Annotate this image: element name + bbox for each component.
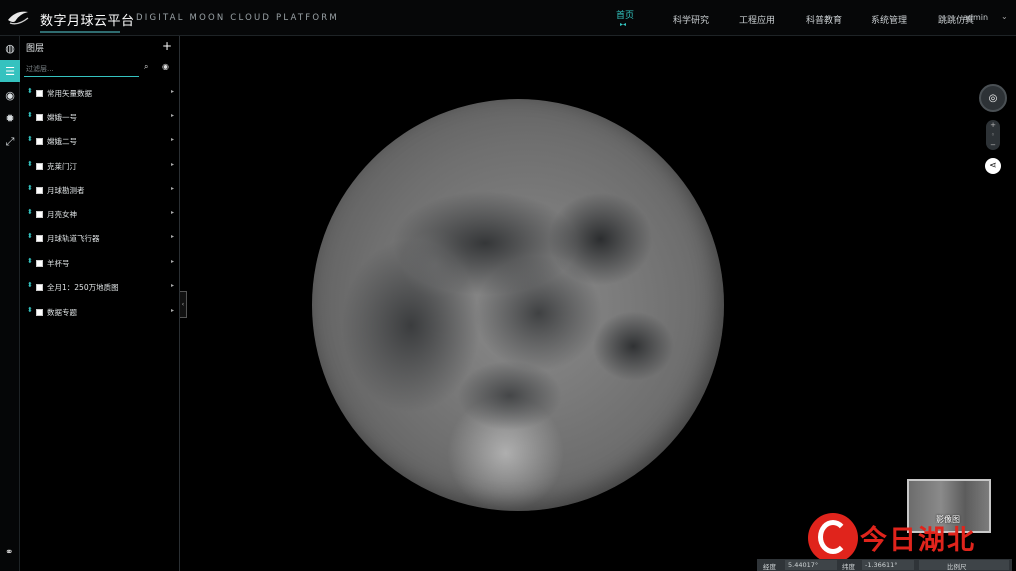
left-tool-rail: ◍ ☰ ◉ ✹ ⤢ xyxy=(0,36,20,571)
zoom-control: + ◦ − xyxy=(986,120,1000,150)
drag-handle-icon[interactable]: ⬍ xyxy=(27,258,33,265)
chevron-right-icon[interactable]: ▸ xyxy=(171,282,174,289)
layer-checkbox[interactable] xyxy=(36,90,43,97)
layer-name: 羊杯号 xyxy=(47,259,70,268)
eye-icon[interactable]: ◉ xyxy=(162,62,174,74)
add-layer-icon[interactable]: + xyxy=(162,39,172,53)
longitude-label: 经度 xyxy=(763,563,776,571)
layer-name: 常用矢量数据 xyxy=(47,89,92,98)
chevron-down-icon[interactable]: ⌄ xyxy=(1001,12,1008,21)
user-menu[interactable]: admin xyxy=(963,13,988,22)
drag-handle-icon[interactable]: ⬍ xyxy=(27,112,33,119)
watermark-text: 今日湖北 xyxy=(860,525,976,556)
chevron-right-icon[interactable]: ▸ xyxy=(171,307,174,314)
layer-name: 克莱门汀 xyxy=(47,162,77,171)
layer-checkbox[interactable] xyxy=(36,187,43,194)
layer-checkbox[interactable] xyxy=(36,163,43,170)
app-title: 数字月球云平台 xyxy=(40,14,135,29)
drag-handle-icon[interactable]: ⬍ xyxy=(27,307,33,314)
globe-icon[interactable]: ◍ xyxy=(0,37,20,59)
platform-logo-icon xyxy=(8,11,29,25)
chevron-right-icon[interactable]: ▸ xyxy=(171,209,174,216)
expand-icon[interactable]: ⤢ xyxy=(0,131,20,153)
layer-panel: 图层 + 过滤层... ⌕ ◉ ⬍ 常用矢量数据 ▸ ⬍ 嫦娥一号 ▸ ⬍ 嫦娥… xyxy=(20,36,180,571)
drag-handle-icon[interactable]: ⬍ xyxy=(27,282,33,289)
nav-system-admin[interactable]: 系统管理 xyxy=(871,13,907,26)
app-subtitle: DIGITAL MOON CLOUD PLATFORM xyxy=(136,13,339,23)
layer-item[interactable]: ⬍ 全月1：250万地质图 ▸ xyxy=(20,279,180,297)
status-bar: 经度 5.44017° 纬度 -1.36611° 比例尺 xyxy=(757,559,1012,571)
layer-checkbox[interactable] xyxy=(36,211,43,218)
scale-label: 比例尺 xyxy=(947,563,967,571)
layer-item[interactable]: ⬍ 常用矢量数据 ▸ xyxy=(20,85,180,103)
compass-icon[interactable]: ◎ xyxy=(979,84,1007,112)
layer-name: 嫦娥一号 xyxy=(47,113,77,122)
drag-handle-icon[interactable]: ⬍ xyxy=(27,185,33,192)
chevron-right-icon[interactable]: ▸ xyxy=(171,88,174,95)
title-underline xyxy=(40,31,120,33)
zoom-out-button[interactable]: − xyxy=(986,140,1000,150)
layer-name: 嫦娥二号 xyxy=(47,137,77,146)
layer-name: 月亮女神 xyxy=(47,210,77,219)
layer-item[interactable]: ⬍ 羊杯号 ▸ xyxy=(20,255,180,273)
layer-item[interactable]: ⬍ 嫦娥二号 ▸ xyxy=(20,133,180,151)
drag-handle-icon[interactable]: ⬍ xyxy=(27,233,33,240)
nav-home[interactable]: 首页 xyxy=(616,8,634,21)
search-icon[interactable]: ⌕ xyxy=(144,62,156,74)
nav-active-marker: ▸◂ xyxy=(620,21,627,28)
nav-education[interactable]: 科普教育 xyxy=(806,13,842,26)
panel-collapse-button[interactable]: ‹ xyxy=(180,291,187,318)
layer-checkbox[interactable] xyxy=(36,309,43,316)
chevron-right-icon[interactable]: ▸ xyxy=(171,161,174,168)
chevron-right-icon[interactable]: ▸ xyxy=(171,258,174,265)
moon-globe[interactable] xyxy=(312,99,724,511)
share-icon[interactable]: ⋖ xyxy=(985,158,1001,174)
longitude-value: 5.44017° xyxy=(788,561,819,569)
chevron-right-icon[interactable]: ▸ xyxy=(171,112,174,119)
zoom-reset-button[interactable]: ◦ xyxy=(986,130,1000,140)
layer-checkbox[interactable] xyxy=(36,284,43,291)
layer-name: 月球轨道飞行器 xyxy=(47,234,100,243)
layer-item[interactable]: ⬍ 月球轨道飞行器 ▸ xyxy=(20,230,180,248)
top-header: 数字月球云平台 DIGITAL MOON CLOUD PLATFORM 首页 ▸… xyxy=(0,0,1016,36)
layer-name: 全月1：250万地质图 xyxy=(47,283,119,292)
panel-title: 图层 xyxy=(26,44,45,54)
latitude-label: 纬度 xyxy=(842,563,855,571)
layer-filter-input[interactable]: 过滤层... xyxy=(24,59,139,77)
watermark-logo-mark xyxy=(818,520,848,554)
latitude-value: -1.36611° xyxy=(865,561,898,569)
layer-name: 月球勘测者 xyxy=(47,186,85,195)
chevron-right-icon[interactable]: ▸ xyxy=(171,233,174,240)
drag-handle-icon[interactable]: ⬍ xyxy=(27,209,33,216)
chevron-right-icon[interactable]: ▸ xyxy=(171,185,174,192)
layer-checkbox[interactable] xyxy=(36,114,43,121)
search-layer-icon[interactable]: ◉ xyxy=(0,84,20,106)
layer-item[interactable]: ⬍ 月球勘测者 ▸ xyxy=(20,182,180,200)
link-icon[interactable]: ⚭ xyxy=(5,547,13,558)
layer-item[interactable]: ⬍ 克莱门汀 ▸ xyxy=(20,158,180,176)
layer-item[interactable]: ⬍ 数据专题 ▸ xyxy=(20,304,180,322)
layer-item[interactable]: ⬍ 嫦娥一号 ▸ xyxy=(20,109,180,127)
drag-handle-icon[interactable]: ⬍ xyxy=(27,88,33,95)
drag-handle-icon[interactable]: ⬍ xyxy=(27,136,33,143)
layer-checkbox[interactable] xyxy=(36,235,43,242)
zoom-in-button[interactable]: + xyxy=(986,120,1000,130)
layer-checkbox[interactable] xyxy=(36,138,43,145)
gear-icon[interactable]: ✹ xyxy=(0,107,20,129)
nav-science-research[interactable]: 科学研究 xyxy=(673,13,709,26)
chevron-right-icon[interactable]: ▸ xyxy=(171,136,174,143)
drag-handle-icon[interactable]: ⬍ xyxy=(27,161,33,168)
layer-checkbox[interactable] xyxy=(36,260,43,267)
list-icon[interactable]: ☰ xyxy=(0,60,20,82)
nav-engineering[interactable]: 工程应用 xyxy=(739,13,775,26)
layer-name: 数据专题 xyxy=(47,308,77,317)
layer-item[interactable]: ⬍ 月亮女神 ▸ xyxy=(20,206,180,224)
